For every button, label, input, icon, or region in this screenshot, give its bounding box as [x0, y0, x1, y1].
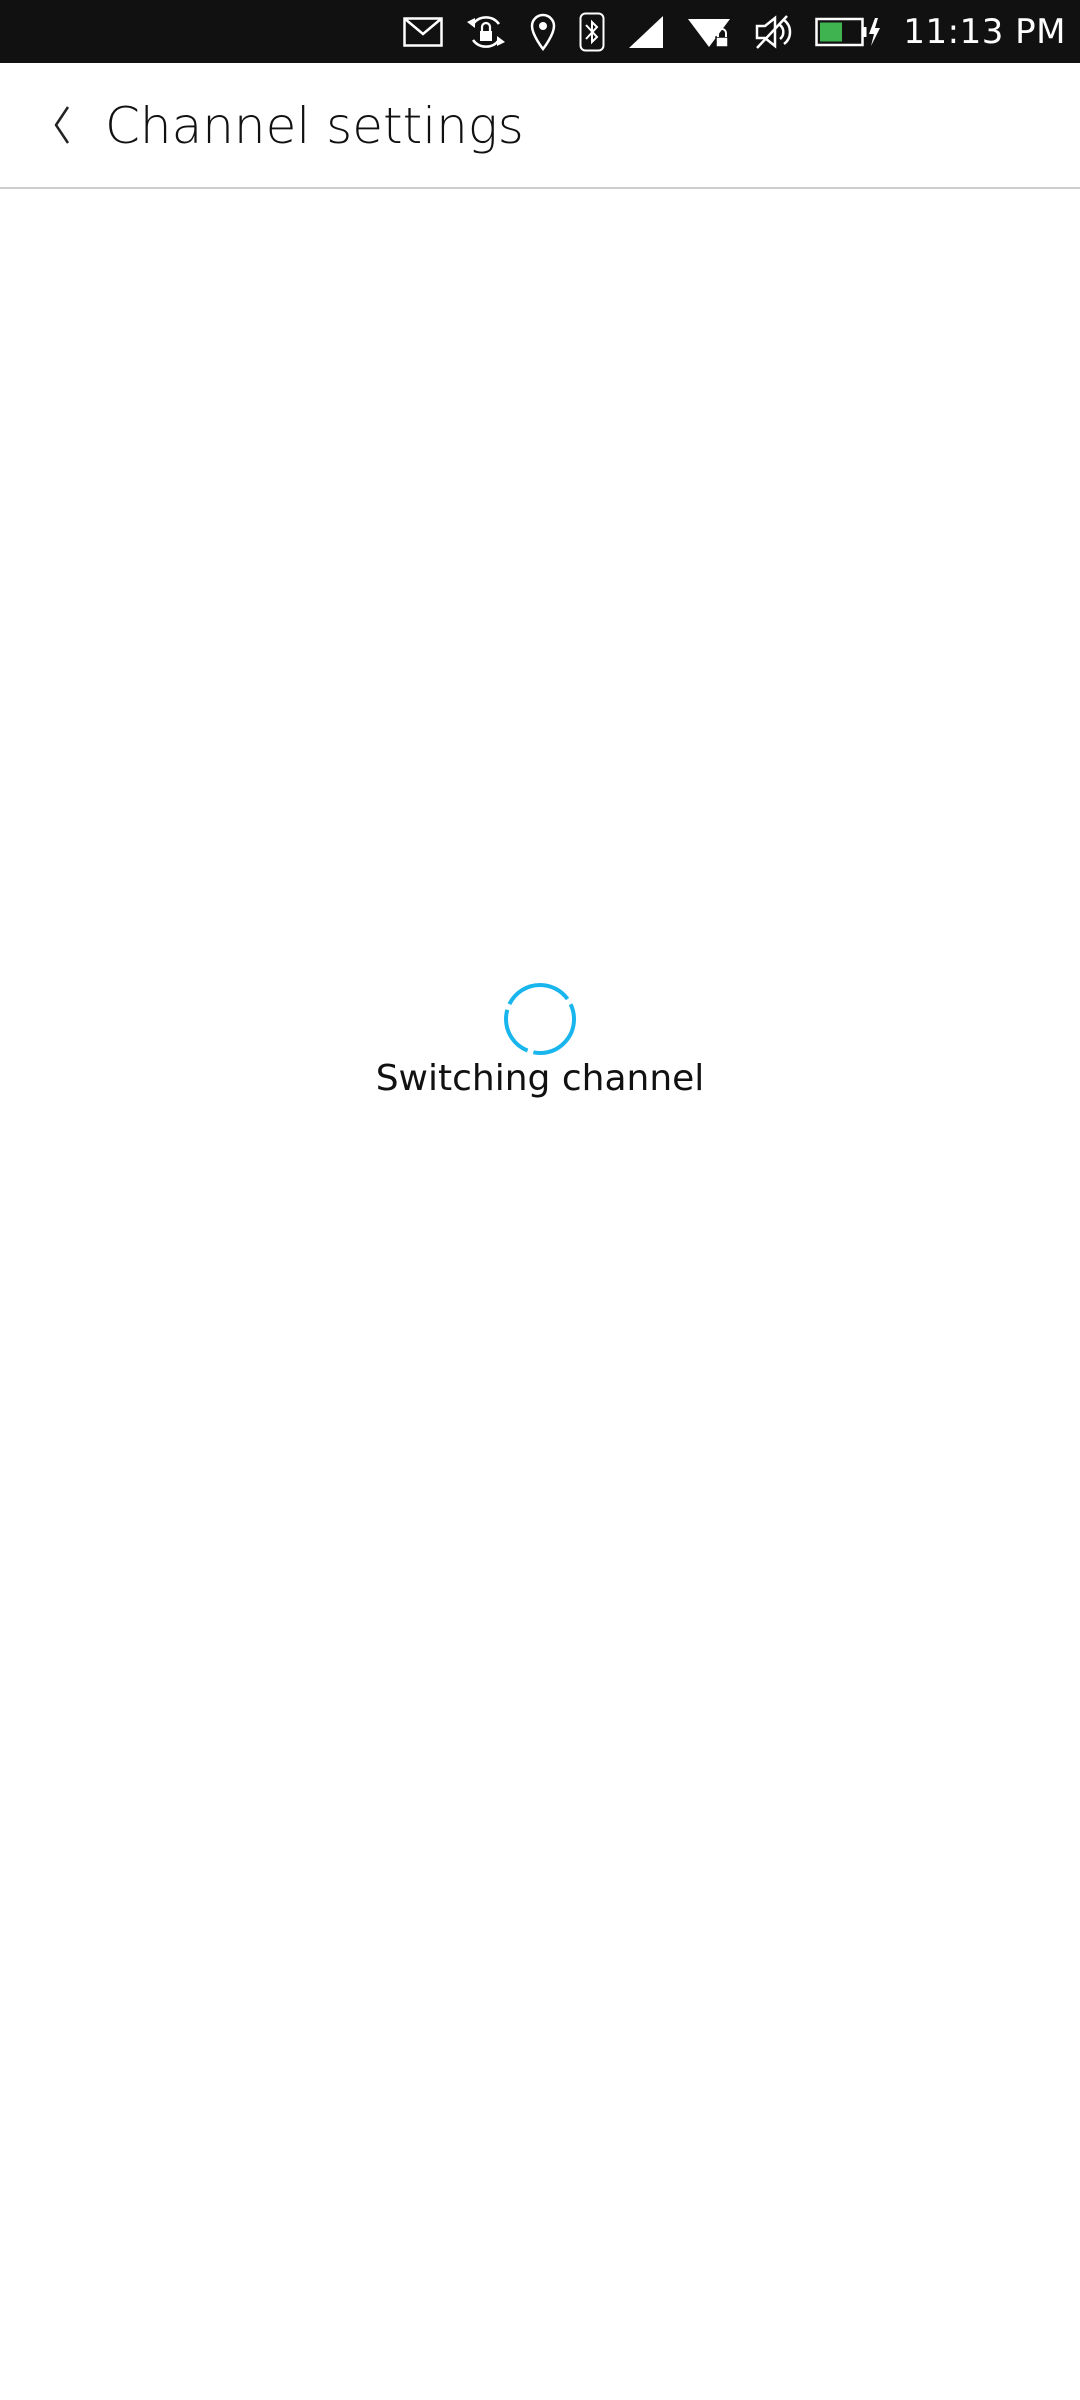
location-icon [529, 0, 557, 63]
page-title: Channel settings [105, 97, 524, 155]
chevron-left-icon [54, 106, 70, 144]
loading-message: Switching channel [375, 1058, 705, 1099]
battery-charging-icon [815, 0, 881, 63]
rotation-lock-icon [465, 0, 507, 63]
volume-muted-icon [753, 0, 793, 63]
status-bar: 11:13 PM [0, 0, 1080, 63]
back-button[interactable] [32, 85, 92, 165]
cellular-signal-icon [627, 0, 665, 63]
mail-icon [403, 0, 444, 63]
status-time: 11:13 PM [903, 11, 1066, 52]
loading-spinner-icon [504, 983, 576, 1055]
status-icons: 11:13 PM [403, 0, 1080, 63]
bluetooth-icon [579, 0, 605, 63]
main-content [0, 191, 1080, 2400]
wifi-icon [687, 0, 731, 63]
page-header: Channel settings [0, 63, 1080, 189]
